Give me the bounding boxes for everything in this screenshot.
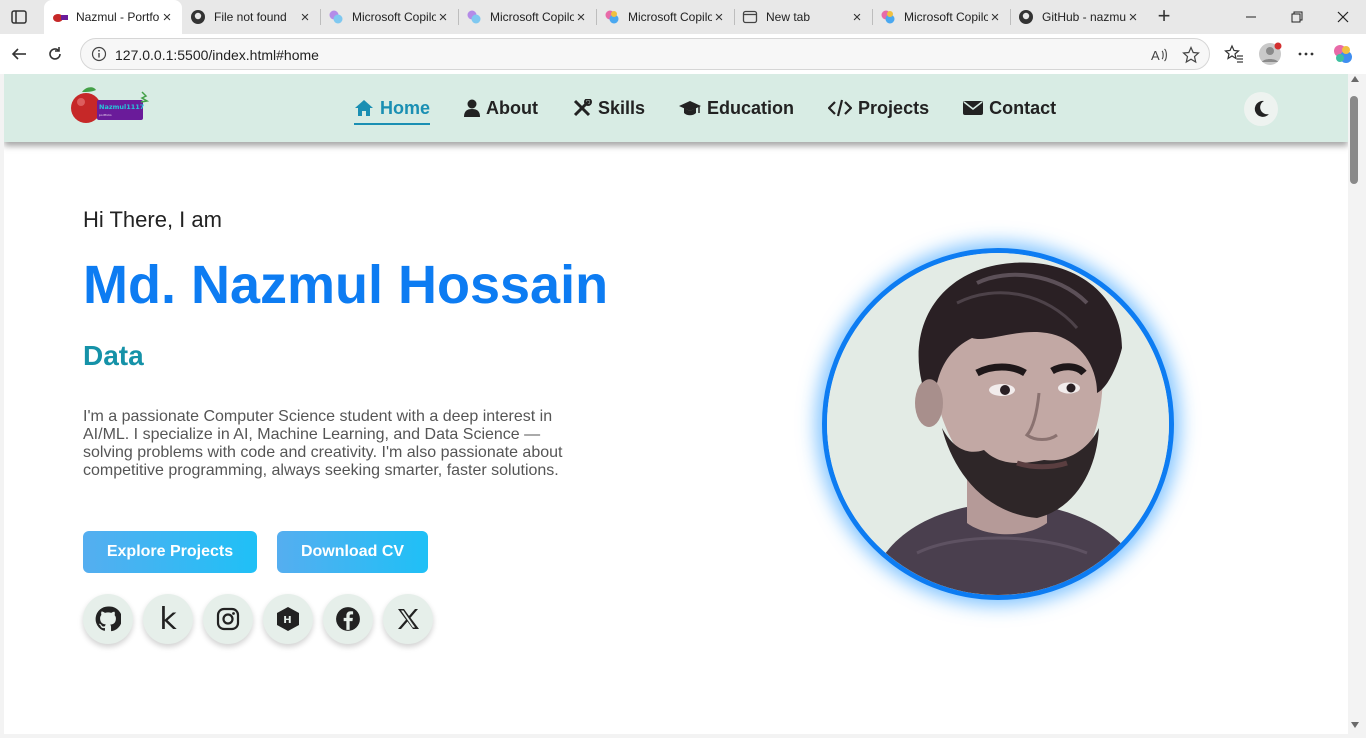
download-cv-button[interactable]: Download CV xyxy=(277,531,428,573)
kaggle-icon[interactable]: k xyxy=(143,594,193,644)
github-icon[interactable] xyxy=(83,594,133,644)
hero-description: I'm a passionate Computer Science studen… xyxy=(83,408,563,479)
hero-name: Md. Nazmul Hossain xyxy=(83,255,609,315)
browser-tab-strip: Nazmul - Portfolio × File not found × Mi… xyxy=(0,0,1366,34)
close-tab-icon[interactable]: × xyxy=(712,9,726,26)
copilot-icon xyxy=(604,9,620,25)
instagram-icon[interactable] xyxy=(203,594,253,644)
kaggle-glyph: k xyxy=(159,601,177,637)
tab-title: Microsoft Copilot xyxy=(490,10,574,24)
nav-projects-link[interactable]: Projects xyxy=(828,93,929,123)
github-icon xyxy=(190,9,206,25)
tab-title: New tab xyxy=(766,10,811,24)
more-menu-button[interactable] xyxy=(1293,41,1319,67)
facebook-icon[interactable] xyxy=(323,594,373,644)
social-links: k H xyxy=(83,594,433,644)
tab-title: Microsoft Copilot xyxy=(904,10,988,24)
envelope-icon xyxy=(963,101,984,115)
scroll-thumb[interactable] xyxy=(1350,96,1358,184)
nav-about-label: About xyxy=(486,97,538,118)
browser-tab-github[interactable]: GitHub - nazmul × xyxy=(1010,0,1148,34)
copilot-button[interactable] xyxy=(1330,41,1356,67)
browser-tab-new-tab[interactable]: New tab × xyxy=(734,0,872,34)
new-tab-button[interactable]: + xyxy=(1153,5,1175,28)
graduation-cap-icon xyxy=(679,101,702,116)
nav-projects-label: Projects xyxy=(858,97,930,118)
scroll-down-icon[interactable] xyxy=(1351,722,1359,728)
svg-text:portfolio: portfolio xyxy=(99,113,112,117)
browser-tab-copilot-4[interactable]: Microsoft Copilot × xyxy=(872,0,1010,34)
tab-title: Microsoft Copilot xyxy=(628,10,712,24)
site-navbar: Nazmul1117 portfolio Home About Skills E… xyxy=(4,74,1348,142)
favorites-button[interactable] xyxy=(1221,41,1247,67)
nav-home-link[interactable]: Home xyxy=(354,93,431,125)
hero-role: Data xyxy=(83,340,144,371)
tab-title: File not found xyxy=(214,10,287,24)
close-tab-icon[interactable]: × xyxy=(850,9,864,26)
page-scrollbar[interactable] xyxy=(1348,74,1362,734)
address-bar[interactable]: 127.0.0.1:5500/index.html#home A xyxy=(80,38,1210,70)
close-tab-icon[interactable]: × xyxy=(1126,9,1140,26)
back-button[interactable] xyxy=(6,41,32,67)
copilot-icon xyxy=(466,9,482,25)
browser-tab-file-not-found[interactable]: File not found × xyxy=(182,0,320,34)
browser-tab-copilot-2[interactable]: Microsoft Copilot × xyxy=(458,0,596,34)
profile-portrait xyxy=(822,248,1174,600)
hackerrank-icon[interactable]: H xyxy=(263,594,313,644)
moon-icon xyxy=(1254,100,1269,117)
apple-logo-icon xyxy=(52,9,68,25)
nav-home-label: Home xyxy=(380,97,431,118)
site-info-icon[interactable] xyxy=(91,46,107,62)
browser-tab-portfolio[interactable]: Nazmul - Portfolio × xyxy=(44,0,182,34)
svg-text:Nazmul1117: Nazmul1117 xyxy=(99,103,144,111)
scroll-up-icon[interactable] xyxy=(1351,76,1359,82)
nav-skills-link[interactable]: Skills xyxy=(572,93,645,123)
code-icon xyxy=(828,99,853,117)
copilot-icon xyxy=(880,9,896,25)
minimize-button[interactable] xyxy=(1228,0,1274,34)
theme-toggle-button[interactable] xyxy=(1244,92,1278,126)
newtab-icon xyxy=(742,9,758,25)
explore-projects-button[interactable]: Explore Projects xyxy=(83,531,257,573)
tab-title: Nazmul - Portfolio xyxy=(76,10,160,24)
close-tab-icon[interactable]: × xyxy=(436,9,450,26)
nav-education-label: Education xyxy=(707,97,795,118)
restore-button[interactable] xyxy=(1274,0,1320,34)
nav-education-link[interactable]: Education xyxy=(679,93,794,123)
svg-text:A: A xyxy=(1151,48,1160,63)
browser-tab-copilot-1[interactable]: Microsoft Copilot × xyxy=(320,0,458,34)
close-window-button[interactable] xyxy=(1320,0,1366,34)
user-icon xyxy=(464,99,481,117)
github-icon xyxy=(1018,9,1034,25)
profile-avatar[interactable] xyxy=(1257,41,1283,67)
nav-about-link[interactable]: About xyxy=(464,93,538,123)
favorite-star-icon[interactable] xyxy=(1181,45,1201,65)
tools-icon xyxy=(573,99,592,117)
tab-actions-icon[interactable] xyxy=(10,8,28,26)
read-aloud-icon[interactable]: A xyxy=(1149,45,1169,65)
tab-title: GitHub - nazmul xyxy=(1042,10,1126,24)
nav-skills-label: Skills xyxy=(598,97,646,118)
browser-toolbar: 127.0.0.1:5500/index.html#home A xyxy=(0,34,1366,74)
page-viewport: Nazmul1117 portfolio Home About Skills E… xyxy=(4,74,1348,734)
browser-tab-copilot-3[interactable]: Microsoft Copilot × xyxy=(596,0,734,34)
site-logo[interactable]: Nazmul1117 portfolio xyxy=(70,84,152,128)
close-tab-icon[interactable]: × xyxy=(574,9,588,26)
hero-greeting: Hi There, I am xyxy=(83,207,222,232)
close-tab-icon[interactable]: × xyxy=(160,9,174,26)
close-tab-icon[interactable]: × xyxy=(298,9,312,26)
x-icon[interactable] xyxy=(383,594,433,644)
url-text: 127.0.0.1:5500/index.html#home xyxy=(115,47,319,63)
nav-contact-label: Contact xyxy=(989,97,1057,118)
reload-button[interactable] xyxy=(42,41,68,67)
copilot-icon xyxy=(328,9,344,25)
nav-contact-link[interactable]: Contact xyxy=(963,93,1056,123)
close-tab-icon[interactable]: × xyxy=(988,9,1002,26)
home-icon xyxy=(355,100,373,116)
tab-title: Microsoft Copilot xyxy=(352,10,436,24)
nav-links: Home About Skills Education Projects Con… xyxy=(354,74,1056,142)
svg-text:H: H xyxy=(283,615,291,626)
